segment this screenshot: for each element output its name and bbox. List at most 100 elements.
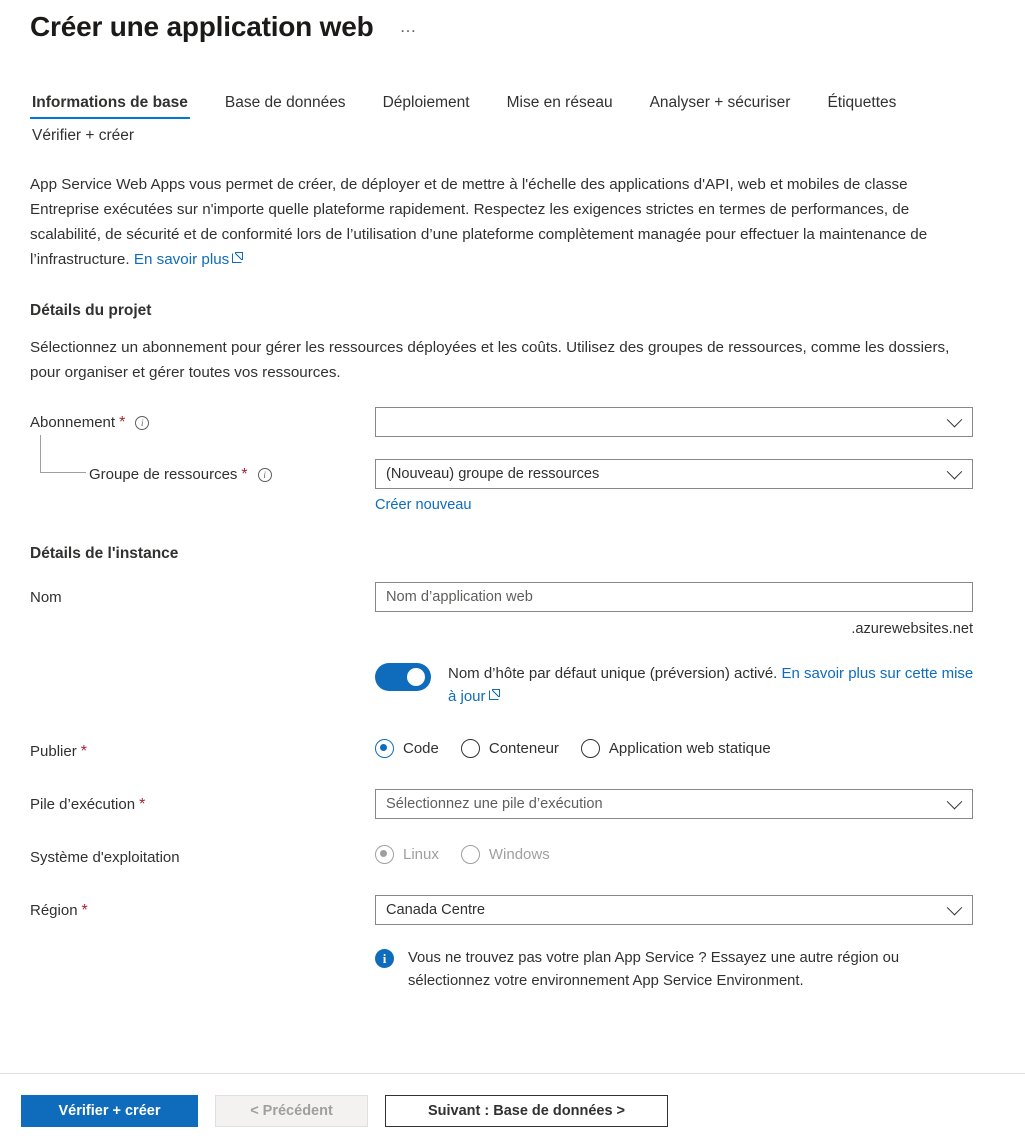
tab-etiquettes[interactable]: Étiquettes bbox=[825, 89, 898, 122]
publish-required-marker: * bbox=[80, 743, 87, 760]
region-info-text: Vous ne trouvez pas votre plan App Servi… bbox=[408, 950, 900, 989]
region-required-marker: * bbox=[81, 902, 88, 919]
tab-informations-de-base[interactable]: Informations de base bbox=[30, 89, 190, 122]
chevron-down-icon bbox=[946, 411, 963, 427]
publish-option-code-label: Code bbox=[403, 740, 439, 757]
os-option-windows-label: Windows bbox=[488, 846, 550, 863]
operating-system-control: Linux Windows bbox=[375, 842, 995, 864]
publish-label: Publier bbox=[30, 743, 77, 760]
unique-hostname-toggle-row: Nom d’hôte par défaut unique (préversion… bbox=[375, 662, 995, 708]
page-title: Créer une application web bbox=[30, 11, 374, 42]
runtime-stack-required-marker: * bbox=[139, 796, 146, 813]
external-link-icon bbox=[232, 252, 244, 263]
learn-more-link[interactable]: En savoir plus bbox=[134, 251, 229, 268]
publish-label-group: Publier * bbox=[30, 736, 375, 762]
unique-default-hostname-toggle[interactable] bbox=[375, 663, 431, 691]
subscription-label-group: Abonnement * i bbox=[30, 407, 375, 433]
name-label: Nom bbox=[30, 589, 62, 606]
runtime-stack-label-group: Pile d’exécution * bbox=[30, 789, 375, 815]
field-row-operating-system: Système d'exploitation Linux Windows bbox=[30, 842, 995, 868]
tab-mise-en-reseau[interactable]: Mise en réseau bbox=[505, 89, 615, 122]
publish-option-container[interactable]: Conteneur bbox=[460, 739, 559, 758]
field-row-subscription: Abonnement * i bbox=[30, 407, 995, 437]
tab-verifier-creer[interactable]: Vérifier + créer bbox=[30, 122, 136, 155]
field-row-region: Région * Canada Centre bbox=[30, 895, 995, 925]
create-new-resource-group-link[interactable]: Créer nouveau bbox=[375, 497, 472, 513]
publish-option-code[interactable]: Code bbox=[375, 739, 439, 758]
publish-option-container-label: Conteneur bbox=[488, 740, 559, 757]
resource-group-value: (Nouveau) groupe de ressources bbox=[386, 466, 600, 482]
radio-icon bbox=[460, 739, 480, 758]
runtime-stack-select[interactable]: Sélectionnez une pile d’exécution bbox=[375, 789, 973, 819]
publish-option-static-web-app[interactable]: Application web statique bbox=[580, 739, 771, 758]
resource-group-label: Groupe de ressources bbox=[89, 466, 238, 483]
external-link-icon bbox=[488, 689, 500, 700]
runtime-stack-value: Sélectionnez une pile d’exécution bbox=[386, 796, 603, 812]
review-create-button[interactable]: Vérifier + créer bbox=[21, 1094, 198, 1127]
radio-icon bbox=[460, 845, 480, 864]
os-option-linux: Linux bbox=[375, 845, 439, 864]
name-control: Nom d’application web .azurewebsites.net bbox=[375, 582, 973, 637]
project-details-description: Sélectionnez un abonnement pour gérer le… bbox=[30, 339, 950, 381]
unique-hostname-description: Nom d’hôte par défaut unique (préversion… bbox=[448, 665, 782, 682]
resource-group-control: (Nouveau) groupe de ressources Créer nou… bbox=[375, 459, 973, 513]
field-row-runtime-stack: Pile d’exécution * Sélectionnez une pile… bbox=[30, 789, 995, 819]
tab-base-de-donnees[interactable]: Base de données bbox=[223, 89, 348, 122]
subscription-control bbox=[375, 407, 973, 437]
radio-icon bbox=[375, 739, 394, 758]
info-icon[interactable]: i bbox=[257, 468, 272, 482]
webapp-name-placeholder: Nom d’application web bbox=[386, 589, 533, 605]
resource-group-label-group: Groupe de ressources * i bbox=[30, 435, 375, 485]
learn-more-label: En savoir plus bbox=[133, 251, 230, 268]
radio-icon bbox=[580, 739, 600, 758]
previous-button: < Précédent bbox=[215, 1094, 368, 1127]
publish-control: Code Conteneur Application web statique bbox=[375, 736, 995, 758]
region-value: Canada Centre bbox=[386, 902, 485, 918]
info-filled-icon: i bbox=[375, 949, 394, 968]
create-web-app-blade: Créer une application web … Informations… bbox=[0, 0, 1025, 1147]
publish-radio-group: Code Conteneur Application web statique bbox=[375, 736, 995, 758]
intro-paragraph: App Service Web Apps vous permet de crée… bbox=[30, 172, 970, 272]
operating-system-label: Système d'exploitation bbox=[30, 849, 180, 866]
webapp-name-input[interactable]: Nom d’application web bbox=[375, 582, 973, 612]
tree-connector-line bbox=[40, 435, 86, 473]
subscription-required-marker: * bbox=[119, 414, 126, 431]
tab-analyser-securiser[interactable]: Analyser + sécuriser bbox=[648, 89, 793, 122]
os-option-windows: Windows bbox=[460, 845, 550, 864]
domain-suffix: .azurewebsites.net bbox=[851, 621, 973, 637]
subscription-label: Abonnement bbox=[30, 414, 116, 431]
next-button[interactable]: Suivant : Base de données > bbox=[385, 1094, 668, 1127]
subscription-select[interactable] bbox=[375, 407, 973, 437]
field-row-name: Nom Nom d’application web .azurewebsites… bbox=[30, 582, 995, 637]
name-label-group: Nom bbox=[30, 582, 375, 608]
instance-details-heading: Détails de l'instance bbox=[30, 545, 179, 562]
publish-option-static-web-app-label: Application web statique bbox=[608, 740, 771, 757]
tab-list: Informations de base Base de données Dép… bbox=[0, 89, 920, 155]
region-label: Région bbox=[30, 902, 78, 919]
chevron-down-icon bbox=[946, 463, 963, 479]
blade-footer: Vérifier + créer < Précédent Suivant : B… bbox=[0, 1074, 1025, 1147]
runtime-stack-control: Sélectionnez une pile d’exécution bbox=[375, 789, 973, 819]
tab-deploiement[interactable]: Déploiement bbox=[381, 89, 472, 122]
os-option-linux-label: Linux bbox=[403, 846, 439, 863]
field-row-resource-group: Groupe de ressources * i (Nouveau) group… bbox=[30, 435, 995, 513]
create-new-wrapper: Créer nouveau bbox=[375, 497, 973, 513]
resource-group-required-marker: * bbox=[241, 466, 248, 483]
more-options-icon[interactable]: … bbox=[400, 18, 419, 35]
toggle-knob bbox=[407, 668, 425, 686]
resource-group-select[interactable]: (Nouveau) groupe de ressources bbox=[375, 459, 973, 489]
project-details-heading: Détails du projet bbox=[30, 302, 152, 319]
info-icon[interactable]: i bbox=[135, 416, 150, 430]
region-select[interactable]: Canada Centre bbox=[375, 895, 973, 925]
chevron-down-icon bbox=[946, 793, 963, 809]
operating-system-label-group: Système d'exploitation bbox=[30, 842, 375, 868]
region-control: Canada Centre bbox=[375, 895, 973, 925]
field-row-publish: Publier * Code Conteneur Application web… bbox=[30, 736, 995, 762]
blade-header: Créer une application web … bbox=[0, 0, 1025, 46]
chevron-down-icon bbox=[946, 899, 963, 915]
region-label-group: Région * bbox=[30, 895, 375, 921]
region-info-message: i Vous ne trouvez pas votre plan App Ser… bbox=[375, 947, 975, 993]
unique-hostname-text: Nom d’hôte par défaut unique (préversion… bbox=[448, 662, 982, 708]
operating-system-radio-group: Linux Windows bbox=[375, 842, 995, 864]
radio-icon bbox=[375, 845, 394, 864]
